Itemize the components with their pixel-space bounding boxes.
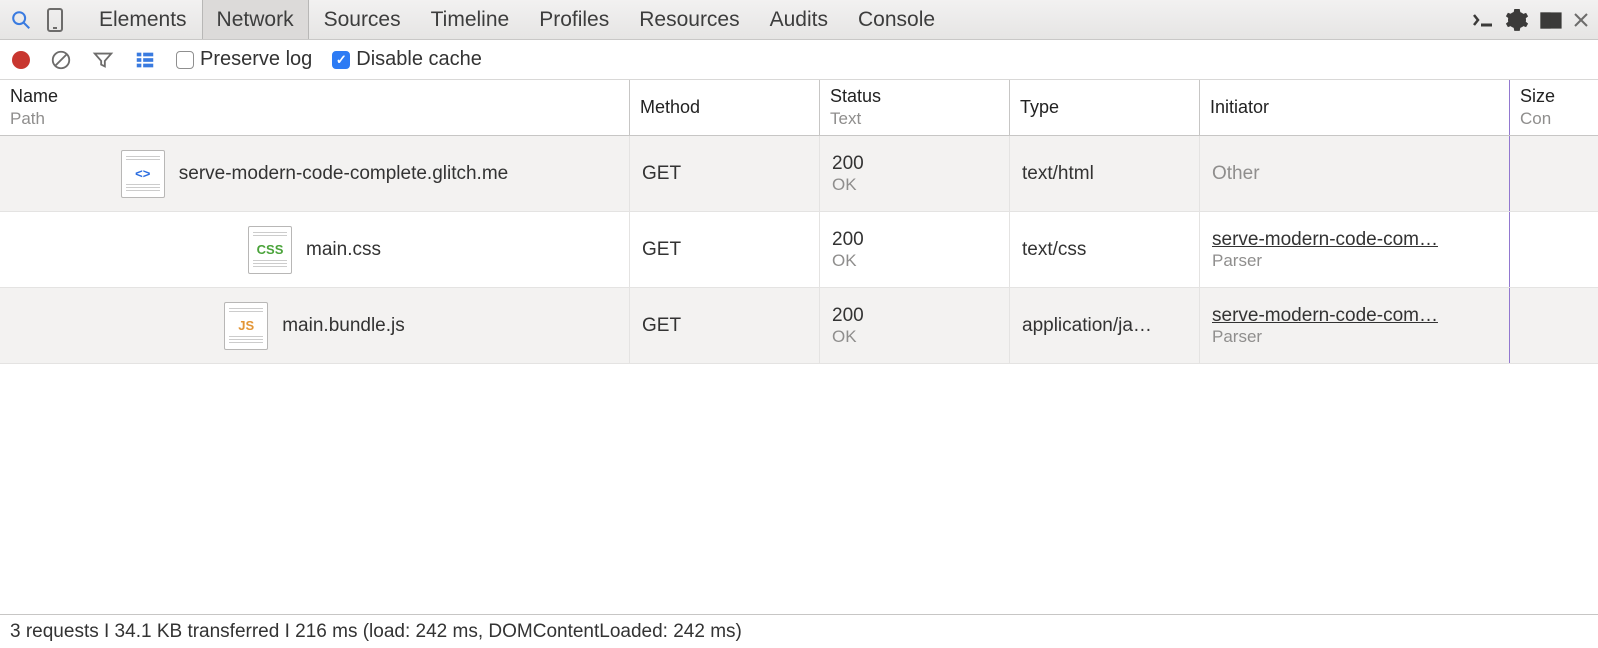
devtools-tabbar: Elements Network Sources Timeline Profil…	[0, 0, 1598, 40]
panel-tabs: Elements Network Sources Timeline Profil…	[84, 0, 950, 39]
tab-timeline[interactable]: Timeline	[416, 0, 525, 39]
content-type: text/css	[1022, 239, 1187, 261]
status-code: 200	[832, 229, 997, 251]
initiator-link[interactable]: serve-modern-code-com…	[1212, 305, 1497, 327]
request-name: main.css	[306, 239, 381, 261]
request-name: main.bundle.js	[282, 315, 405, 337]
content-type: application/ja…	[1022, 315, 1187, 337]
status-bar: 3 requests I 34.1 KB transferred I 216 m…	[0, 614, 1598, 648]
status-text: OK	[832, 251, 997, 271]
table-row[interactable]: <> serve-modern-code-complete.glitch.me …	[0, 136, 1598, 212]
header-initiator[interactable]: Initiator	[1200, 80, 1510, 135]
request-list: <> serve-modern-code-complete.glitch.me …	[0, 136, 1598, 614]
device-toolbar-icon[interactable]	[40, 5, 70, 35]
header-size[interactable]: Size Con	[1510, 80, 1596, 135]
clear-icon[interactable]	[50, 49, 72, 71]
request-name: serve-modern-code-complete.glitch.me	[179, 163, 508, 185]
header-name[interactable]: Name Path	[0, 80, 630, 135]
tab-resources[interactable]: Resources	[624, 0, 754, 39]
header-method[interactable]: Method	[630, 80, 820, 135]
initiator-link[interactable]: serve-modern-code-com…	[1212, 229, 1497, 251]
preserve-log-label: Preserve log	[200, 48, 312, 71]
status-code: 200	[832, 153, 997, 175]
file-type-icon: JS	[224, 302, 268, 350]
column-headers: Name Path Method Status Text Type Initia…	[0, 80, 1598, 136]
show-drawer-icon[interactable]	[1468, 5, 1498, 35]
tab-network[interactable]: Network	[202, 0, 309, 39]
request-method: GET	[642, 315, 807, 337]
tab-audits[interactable]: Audits	[755, 0, 843, 39]
status-text: OK	[832, 327, 997, 347]
network-toolbar: Preserve log Disable cache	[0, 40, 1598, 80]
tab-sources[interactable]: Sources	[309, 0, 416, 39]
status-summary: 3 requests I 34.1 KB transferred I 216 m…	[10, 621, 742, 643]
disable-cache-label: Disable cache	[356, 48, 482, 71]
close-devtools-icon[interactable]	[1570, 5, 1592, 35]
file-type-icon: <>	[121, 150, 165, 198]
settings-gear-icon[interactable]	[1502, 5, 1532, 35]
tab-console[interactable]: Console	[843, 0, 950, 39]
header-type[interactable]: Type	[1010, 80, 1200, 135]
initiator-sub: Parser	[1212, 251, 1497, 271]
request-method: GET	[642, 163, 807, 185]
search-icon[interactable]	[6, 5, 36, 35]
preserve-log-checkbox[interactable]: Preserve log	[176, 48, 312, 71]
disable-cache-checkbox[interactable]: Disable cache	[332, 48, 482, 71]
status-text: OK	[832, 175, 997, 195]
filter-icon[interactable]	[92, 49, 114, 71]
request-method: GET	[642, 239, 807, 261]
initiator-text: Other	[1212, 163, 1497, 185]
table-row[interactable]: JS main.bundle.js GET 200 OK application…	[0, 288, 1598, 364]
view-options-icon[interactable]	[134, 49, 156, 71]
record-button[interactable]	[12, 51, 30, 69]
tab-profiles[interactable]: Profiles	[524, 0, 624, 39]
tab-elements[interactable]: Elements	[84, 0, 202, 39]
header-status[interactable]: Status Text	[820, 80, 1010, 135]
status-code: 200	[832, 305, 997, 327]
initiator-sub: Parser	[1212, 327, 1497, 347]
table-row[interactable]: CSS main.css GET 200 OK text/css serve-m…	[0, 212, 1598, 288]
content-type: text/html	[1022, 163, 1187, 185]
dock-side-icon[interactable]	[1536, 5, 1566, 35]
file-type-icon: CSS	[248, 226, 292, 274]
